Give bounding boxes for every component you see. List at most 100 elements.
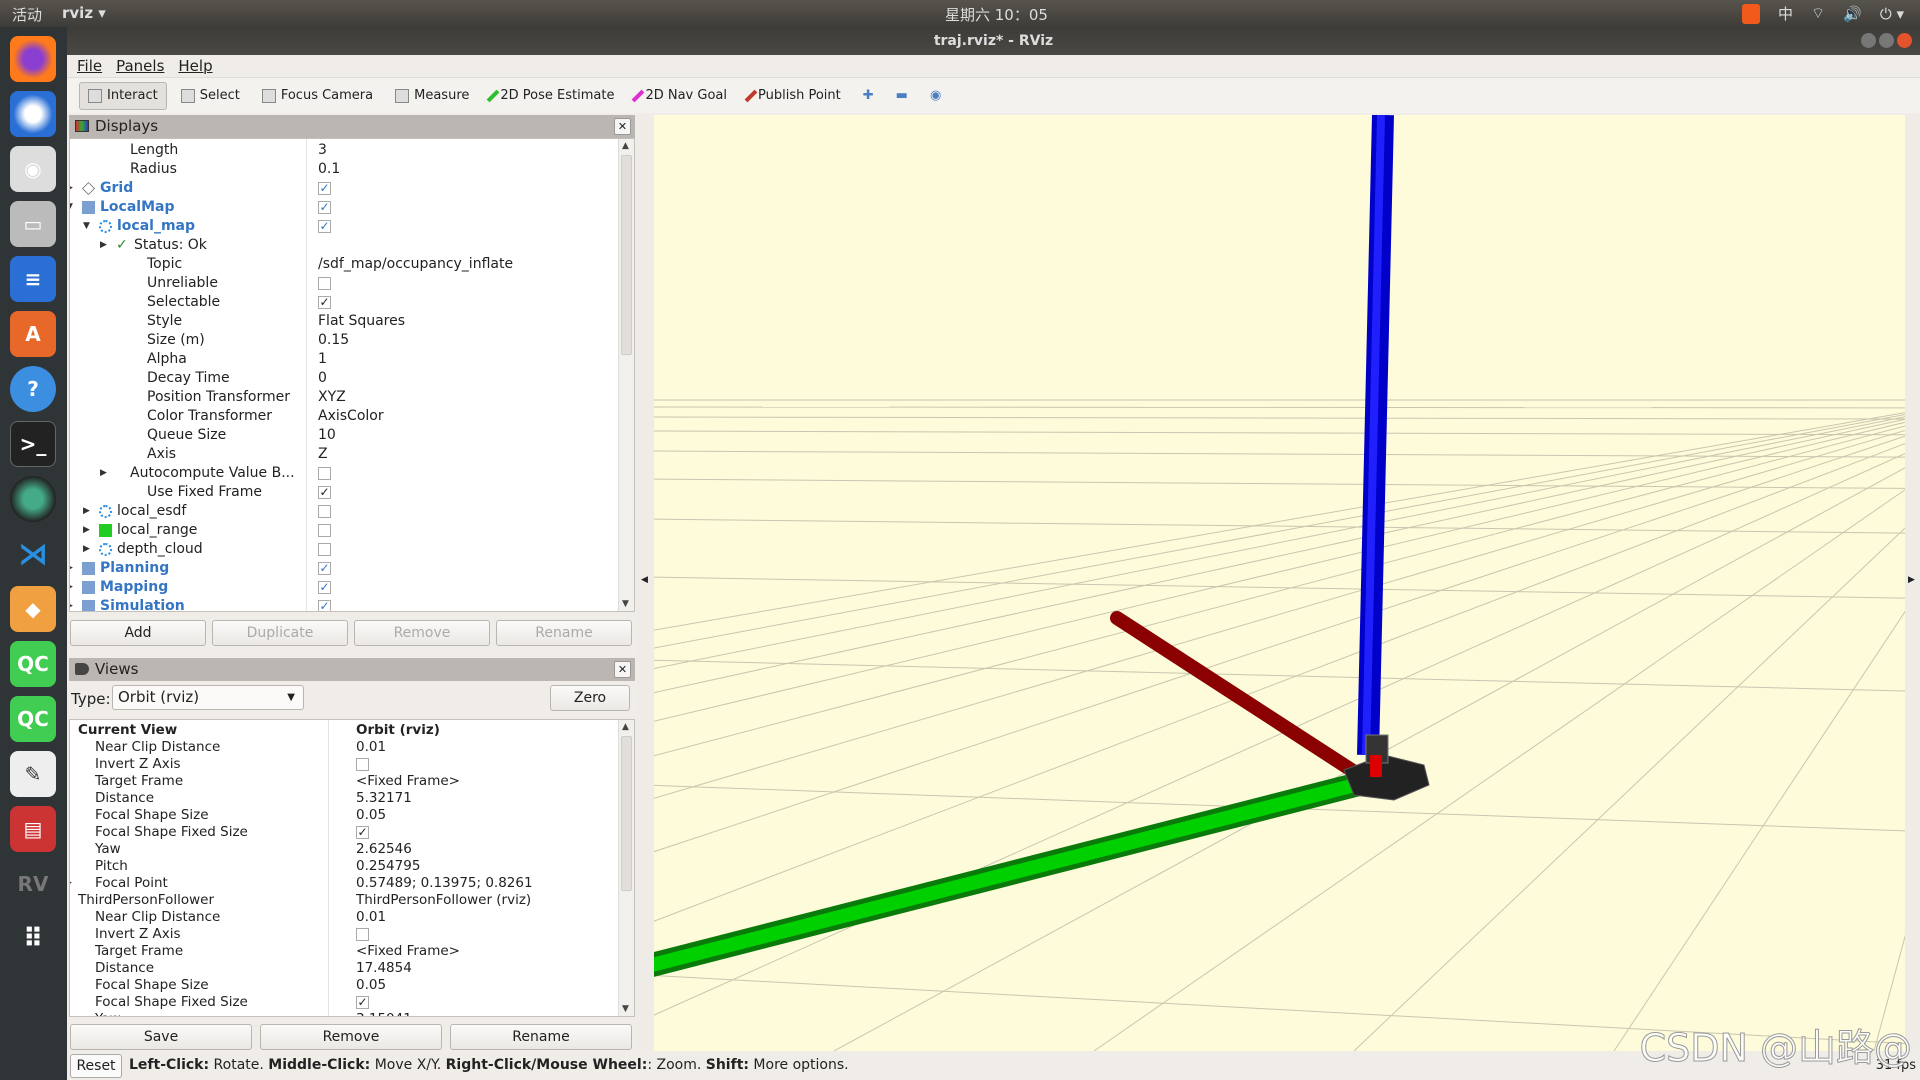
close-displays-button[interactable]: ✕ (614, 118, 631, 135)
collapsed-arrow-icon[interactable]: ▶ (70, 578, 73, 597)
vscode-icon[interactable]: ⋊ (10, 531, 56, 577)
notification-app-icon[interactable] (1742, 3, 1761, 24)
views-remove-button[interactable]: Remove (260, 1024, 442, 1050)
tree-row[interactable]: Queue Size 10 (70, 426, 618, 445)
collapsed-arrow-icon[interactable]: ▶ (83, 540, 90, 559)
input-method[interactable]: 中 (1778, 3, 1793, 24)
tree-row[interactable]: Use Fixed Frame ✓ (70, 483, 618, 502)
row-value[interactable]: 0.01 (356, 739, 386, 756)
tree-row[interactable]: Unreliable (70, 274, 618, 293)
files-icon[interactable]: ▭ (10, 201, 56, 247)
minimize-button[interactable] (1861, 33, 1876, 48)
checkbox[interactable] (356, 928, 369, 941)
tree-row[interactable]: Alpha 1 (70, 350, 618, 369)
checkbox[interactable] (318, 277, 331, 290)
views-save-button[interactable]: Save (70, 1024, 252, 1050)
tree-row[interactable]: Radius 0.1 (70, 160, 618, 179)
package-icon[interactable]: ◆ (10, 586, 56, 632)
menu-help[interactable]: Help (178, 55, 212, 77)
tree-row[interactable]: Position Transformer XYZ (70, 388, 618, 407)
checkbox[interactable]: ✓ (318, 581, 331, 594)
row-value[interactable]: 0.01 (356, 909, 386, 926)
tree-row[interactable]: ▶ Focal Point 0.57489; 0.13975; 0.8261 (70, 875, 618, 892)
expanded-arrow-icon[interactable]: ▼ (83, 217, 90, 236)
menu-file[interactable]: File (77, 55, 102, 77)
tree-row[interactable]: ▼ThirdPersonFollowerThirdPersonFollower … (70, 892, 618, 909)
displays-scrollbar[interactable]: ▲ ▼ (618, 139, 634, 611)
views-scrollbar[interactable]: ▲ ▼ (618, 720, 634, 1016)
row-value[interactable]: 1 (318, 350, 327, 369)
software-icon[interactable]: A (10, 311, 56, 357)
checkbox[interactable]: ✓ (356, 826, 369, 839)
tree-row[interactable]: ▼ LocalMap ✓ (70, 198, 618, 217)
scroll-thumb[interactable] (621, 155, 632, 355)
row-value[interactable]: 10 (318, 426, 336, 445)
checkbox[interactable]: ✓ (318, 296, 331, 309)
reset-button[interactable]: Reset (70, 1054, 122, 1078)
row-value[interactable]: AxisColor (318, 407, 384, 426)
show-apps-icon[interactable]: ⠿ (10, 916, 56, 962)
collapsed-arrow-icon[interactable]: ▶ (70, 179, 73, 198)
scroll-thumb[interactable] (621, 736, 632, 891)
row-value[interactable]: 0 (318, 369, 327, 388)
row-value[interactable]: 0.05 (356, 807, 386, 824)
tree-row[interactable]: ▶ Planning ✓ (70, 559, 618, 578)
checkbox[interactable] (318, 524, 331, 537)
collapsed-arrow-icon[interactable]: ▶ (83, 502, 90, 521)
clock[interactable]: 星期六 10：05 (945, 4, 1048, 25)
tree-row[interactable]: Color Transformer AxisColor (70, 407, 618, 426)
checkbox[interactable]: ✓ (318, 201, 331, 214)
close-views-button[interactable]: ✕ (614, 661, 631, 678)
tool-focus-camera[interactable]: Focus Camera (254, 82, 381, 110)
tree-row[interactable]: ▶ ✓ Status: Ok (70, 236, 618, 255)
tree-row[interactable]: Invert Z Axis (70, 926, 618, 943)
collapse-left-icon[interactable]: ◀ (641, 575, 648, 585)
row-value[interactable]: 0.1 (318, 160, 340, 179)
camera-app-icon[interactable] (10, 476, 56, 522)
row-value[interactable]: 0.15 (318, 331, 349, 350)
collapsed-arrow-icon[interactable]: ▶ (100, 464, 107, 483)
row-value[interactable]: Z (318, 445, 328, 464)
tree-row[interactable]: Invert Z Axis (70, 756, 618, 773)
3d-render-view[interactable] (654, 115, 1905, 1051)
tree-row[interactable]: ▼ local_map ✓ (70, 217, 618, 236)
tree-row[interactable]: Yaw 2.62546 (70, 841, 618, 858)
volume-icon[interactable]: 🔊 (1843, 5, 1862, 23)
row-value[interactable]: <Fixed Frame> (356, 943, 460, 960)
tree-row[interactable]: Distance 17.4854 (70, 960, 618, 977)
checkbox[interactable]: ✓ (356, 996, 369, 1009)
tree-row[interactable]: Length 3 (70, 141, 618, 160)
right-dock-handle[interactable]: ▶ (1905, 115, 1920, 1051)
collapsed-arrow-icon[interactable]: ▶ (70, 559, 73, 578)
row-value[interactable]: XYZ (318, 388, 346, 407)
menu-panels[interactable]: Panels (116, 55, 164, 77)
tree-row[interactable]: Near Clip Distance 0.01 (70, 909, 618, 926)
collapsed-arrow-icon[interactable]: ▶ (70, 597, 73, 611)
tree-row[interactable]: Focal Shape Fixed Size ✓ (70, 824, 618, 841)
zoom-in-icon[interactable]: ✚ (855, 82, 882, 110)
app-menu[interactable]: rviz ▾ (62, 4, 106, 22)
tree-row[interactable]: Decay Time 0 (70, 369, 618, 388)
zoom-out-icon[interactable]: ▬ (888, 82, 916, 110)
tree-row[interactable]: Yaw 3.15041 (70, 1011, 618, 1016)
qtcreator-2-icon[interactable]: QC (10, 696, 56, 742)
row-value[interactable]: 5.32171 (356, 790, 412, 807)
tree-row[interactable]: Target Frame <Fixed Frame> (70, 773, 618, 790)
row-value[interactable]: ThirdPersonFollower (rviz) (356, 892, 531, 909)
checkbox[interactable] (318, 505, 331, 518)
tree-row[interactable]: Style Flat Squares (70, 312, 618, 331)
checkbox[interactable] (318, 543, 331, 556)
tree-row[interactable]: ▶ Simulation ✓ (70, 597, 618, 611)
row-value[interactable]: Orbit (rviz) (356, 722, 440, 739)
collapsed-arrow-icon[interactable]: ▶ (100, 236, 107, 255)
tool-2d-pose-estimate[interactable]: 2D Pose Estimate (483, 82, 622, 110)
checkbox[interactable]: ✓ (318, 562, 331, 575)
row-value[interactable]: <Fixed Frame> (356, 773, 460, 790)
text-editor-icon[interactable]: ✎ (10, 751, 56, 797)
terminal-icon[interactable]: >_ (10, 421, 56, 467)
tree-row[interactable]: Focal Shape Size 0.05 (70, 807, 618, 824)
zero-button[interactable]: Zero (550, 685, 630, 711)
camera-view-icon[interactable]: ◉ (922, 82, 949, 110)
tool-publish-point[interactable]: Publish Point (741, 82, 849, 110)
tree-row[interactable]: ▶ Grid ✓ (70, 179, 618, 198)
